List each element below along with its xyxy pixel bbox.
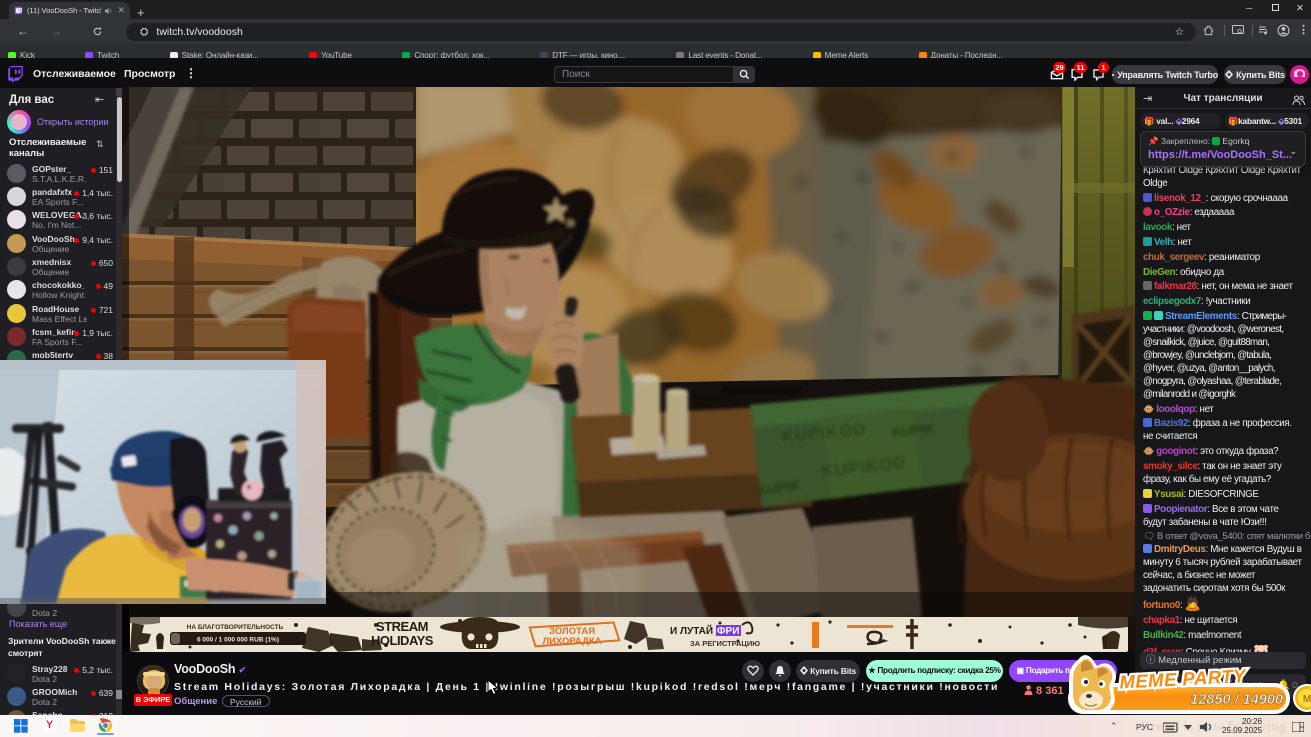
svg-text:ФРИ: ФРИ (717, 626, 739, 637)
svg-text:6 000 / 1 000 000 RUB (1%): 6 000 / 1 000 000 RUB (1%) (197, 637, 279, 644)
svg-text:STREAM: STREAM (376, 619, 428, 634)
svg-text:M: M (1303, 694, 1311, 705)
svg-text:ЗА РЕГИСТРАЦИЮ: ЗА РЕГИСТРАЦИЮ (690, 639, 760, 648)
svg-text:12850 / 14900: 12850 / 14900 (1190, 692, 1283, 708)
svg-text:ЛИХОРАДКА: ЛИХОРАДКА (542, 636, 601, 647)
svg-text:НА БЛАГОТВОРИТЕЛЬНОСТЬ: НА БЛАГОТВОРИТЕЛЬНОСТЬ (187, 624, 284, 631)
svg-text:HOLIDAYS: HOLIDAYS (371, 633, 434, 648)
svg-text:И ЛУТАЙ: И ЛУТАЙ (670, 624, 713, 637)
